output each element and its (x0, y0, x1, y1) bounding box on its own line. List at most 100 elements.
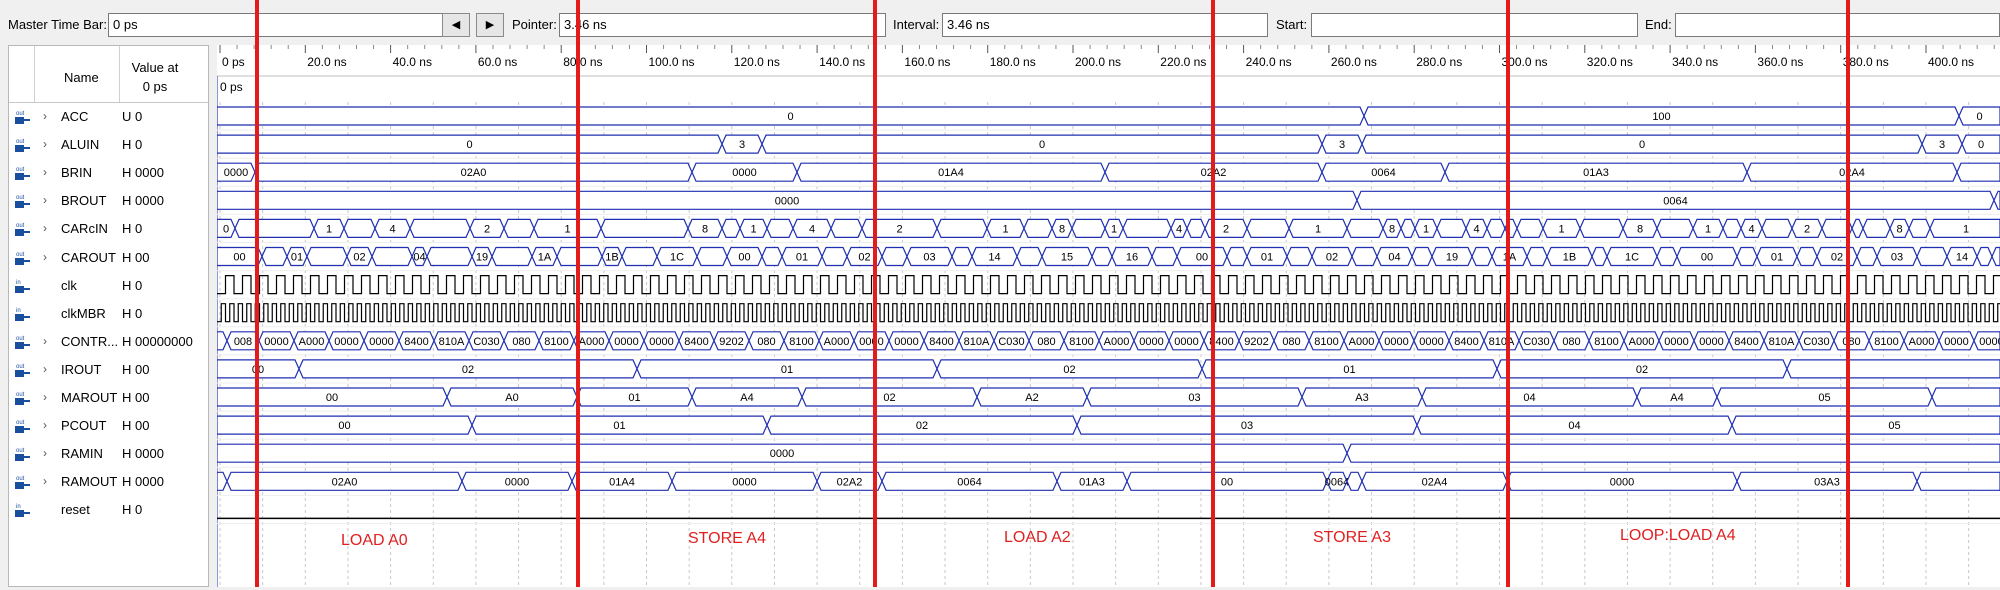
output-pin-icon: out (13, 474, 31, 490)
bus-segment (1016, 246, 1043, 267)
cursor-time-label: 0 ps (220, 80, 243, 94)
signal-name: CARcIN (61, 221, 108, 237)
bus-segment (1346, 471, 1363, 491)
signal-name: clkMBR (61, 305, 106, 321)
bus-value-label: 0000 (505, 476, 529, 488)
signal-value: H 0000 (122, 446, 164, 462)
start-input[interactable] (1311, 13, 1638, 37)
timeline-tick-label: 20.0 ns (307, 55, 346, 69)
signal-value: U 0 (122, 109, 143, 124)
bus-value-label: 02 (1831, 252, 1843, 264)
signal-row[interactable]: out › CONTR... H 00000000 (9, 328, 208, 356)
signal-value: H 0 (122, 221, 143, 237)
bus-segment (600, 218, 689, 238)
bus-value-label: 2 (896, 223, 902, 235)
signal-value: H 0 (122, 502, 143, 518)
bus-value-label: 01 (1261, 252, 1273, 264)
svg-text:out: out (16, 420, 25, 426)
bus-value-label: A000 (299, 336, 325, 348)
signal-row[interactable]: out › IROUT H 00 (9, 356, 208, 384)
bus-value-label: 810A (1489, 336, 1515, 348)
bus-segment (1023, 218, 1053, 238)
name-column-header[interactable]: Name (64, 70, 99, 85)
bus-value-label: 8 (1059, 223, 1065, 235)
signal-row[interactable]: out › PCOUT H 00 (9, 412, 208, 440)
bus-value-label: 01A4 (609, 476, 635, 488)
bus-value-label: 3 (739, 139, 745, 151)
signal-row[interactable]: in clk H 0 (9, 272, 208, 300)
expand-chevron-icon[interactable]: › (43, 474, 47, 488)
next-transition-button[interactable]: ▶ (476, 13, 504, 37)
output-pin-icon: out (13, 193, 31, 209)
bus-value-label: A000 (1349, 336, 1375, 348)
bus-value-label: 080 (1562, 336, 1580, 348)
prev-transition-button[interactable]: ◀ (442, 13, 470, 37)
signal-name: CONTR... (61, 333, 119, 349)
signal-row[interactable]: out › ACC U 0 (9, 103, 208, 131)
bus-segment (696, 246, 728, 267)
bus-value-label: 8100 (544, 336, 568, 348)
bus-value-label: 9202 (1244, 336, 1268, 348)
end-input[interactable] (1675, 13, 2000, 37)
signal-row[interactable]: out › CARcIN H 0 (9, 215, 208, 243)
signal-row[interactable]: in clkMBR H 0 (9, 300, 208, 328)
signal-row[interactable]: out › BRIN H 0000 (9, 159, 208, 187)
bus-value-label: A3 (1355, 392, 1368, 404)
bus-value-label: 0000 (264, 336, 288, 348)
bus-segment (1526, 246, 1548, 267)
waveform-panel[interactable]: 0 ps 20.0 ns 40.0 ns 60.0 ns 80.0 ns 100.0 ns… (216, 45, 2000, 587)
expand-chevron-icon[interactable]: › (43, 446, 47, 460)
expand-chevron-icon[interactable]: › (43, 165, 47, 179)
toolbar: Master Time Bar: 0 ps ◀ ▶ Pointer: 3.46 … (0, 0, 2000, 44)
pointer-input[interactable]: 3.46 ns (559, 13, 886, 37)
input-pin-icon: in (13, 502, 31, 518)
bus-value-label: 0000 (614, 336, 638, 348)
interval-input[interactable]: 3.46 ns (942, 13, 1268, 37)
value-column-header[interactable]: Value at (119, 60, 191, 75)
expand-chevron-icon[interactable]: › (43, 362, 47, 376)
bus-value-label: 8100 (1314, 336, 1338, 348)
bus-value-label: 1 (1002, 223, 1008, 235)
bus-value-label: 0 (1978, 139, 1984, 151)
bus-segment (1856, 246, 1878, 267)
expand-chevron-icon[interactable]: › (43, 109, 47, 123)
waveform-canvas[interactable]: 0 ps 20.0 ns 40.0 ns 60.0 ns 80.0 ns 100.0 ns… (216, 45, 2000, 587)
signal-row[interactable]: out › RAMIN H 0000 (9, 440, 208, 468)
bus-value-label: 1 (1705, 223, 1711, 235)
bus-value-label: 01 (291, 252, 303, 264)
output-pin-icon: out (13, 446, 31, 462)
expand-chevron-icon[interactable]: › (43, 418, 47, 432)
expand-chevron-icon[interactable]: › (43, 221, 47, 235)
bus-value-label: 05 (1888, 420, 1900, 432)
expand-chevron-icon[interactable]: › (43, 390, 47, 404)
bus-segment (761, 246, 783, 267)
timeline-tick-label: 100.0 ns (649, 55, 695, 69)
section-marker-line (1211, 0, 1215, 45)
bus-value-label: 4 (1176, 223, 1182, 235)
expand-chevron-icon[interactable]: › (43, 250, 47, 264)
master-time-bar-input[interactable]: 0 ps (108, 13, 452, 37)
signal-value: H 0 (122, 277, 143, 293)
signal-row[interactable]: in reset H 0 (9, 496, 208, 524)
bus-value-label: 0000 (224, 167, 248, 179)
expand-chevron-icon[interactable]: › (43, 334, 47, 348)
signal-row[interactable]: out › RAMOUT H 0000 (9, 468, 208, 496)
bus-value-label: 008 (234, 336, 252, 348)
bus-segment (1591, 246, 1608, 267)
signal-row[interactable]: out › ALUIN H 0 (9, 131, 208, 159)
bus-value-label: 8100 (1874, 336, 1898, 348)
bus-value-label: 00 (326, 392, 338, 404)
bus-value-label: 0000 (1664, 336, 1688, 348)
bus-value-label: 0 (466, 139, 472, 151)
signal-row[interactable]: out › MAROUT H 00 (9, 384, 208, 412)
signal-row[interactable]: out › BROUT H 0000 (9, 187, 208, 215)
bus-value-label: 0064 (1325, 476, 1349, 488)
expand-chevron-icon[interactable]: › (43, 137, 47, 151)
signal-row[interactable]: out › CAROUT H 00 (9, 244, 208, 272)
end-label: End: (1645, 17, 1672, 32)
clock-waveform (217, 303, 2000, 323)
timeline-tick-label: 400.0 ns (1928, 55, 1974, 69)
expand-chevron-icon[interactable]: › (43, 193, 47, 207)
bus-segment (503, 218, 535, 238)
bus-value-label: 03 (923, 252, 935, 264)
